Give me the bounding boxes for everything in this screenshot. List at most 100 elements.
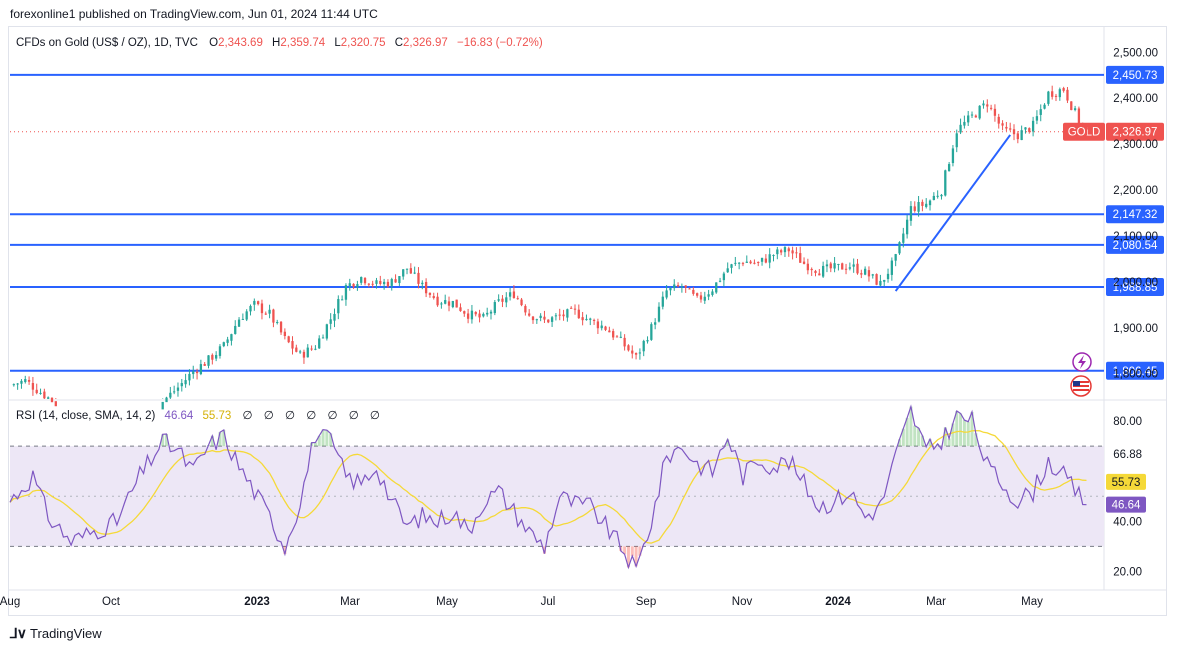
rsi-legend-value: 46.64 [165,410,194,422]
candle-body [379,280,382,284]
candle-body [444,300,447,304]
candle-body [818,273,821,276]
lightning-icon[interactable] [1072,352,1092,372]
candle-body [1020,130,1023,141]
candle-body [612,331,615,338]
time-axis[interactable]: Aug Oct 2023 Mar May Jul Sep Nov 2024 Mar May [0,596,1043,608]
candle-body [260,303,264,314]
candle-body [1012,129,1016,135]
candle-body [512,291,516,298]
candle-body [428,292,432,295]
candle-body [1039,109,1042,115]
candle-body [554,315,558,317]
candle-body [493,302,496,314]
rsi-axis[interactable]: 80.0066.8847.2840.0020.0055.7346.64 [1106,416,1146,578]
candle-body [310,348,313,350]
candle-body [753,262,756,264]
candle-body [734,262,737,264]
candle-body [256,301,260,305]
candle-body [909,206,913,221]
candle-body [272,309,275,323]
candle-body [543,316,546,320]
candle-body [967,115,970,123]
candle-body [417,272,420,284]
candle-body [409,268,412,274]
candle-body [993,108,997,116]
candle-body [959,124,962,133]
chart-canvas[interactable]: 2,450.732,147.322,080.541,988.851,806.45… [0,0,1177,650]
candle-body [459,307,462,312]
candle-body [360,277,363,283]
candle-body [497,299,500,301]
candle-body [821,265,825,277]
candle-body [1035,116,1039,121]
level-label: 2,147.32 [1113,209,1158,221]
rsi-tick-label: 80.00 [1113,416,1142,428]
candle-body [489,311,493,314]
candle-body [963,121,966,126]
candle-body [623,337,626,347]
time-tick-label: Aug [0,596,20,608]
candle-body [432,296,435,299]
rsi-legend-label: RSI (14, close, SMA, 14, 2) [16,410,156,422]
candle-body [795,252,798,254]
tradingview-brand[interactable]: ⅃∨ TradingView [10,625,102,642]
candle-body [253,300,256,305]
candle-body [321,337,325,339]
candle-body [1031,120,1035,132]
symbol-name: CFDs on Gold (US$ / OZ), 1D, TVC [16,37,198,49]
candle-body [631,350,634,354]
candle-body [298,351,302,353]
candle-body [799,253,802,263]
candle-body [474,311,477,315]
candle-body [951,148,955,164]
candle-body [226,339,229,343]
rsi-legend-sma-value: 55.73 [203,410,232,422]
candle-body [768,254,771,263]
candle-body [573,308,577,310]
candle-body [24,379,27,383]
candle-body [787,248,790,252]
price-tick-label: 2,300.00 [1113,139,1158,151]
candle-body [424,281,428,294]
candle-body [1009,128,1012,130]
candle-body [508,292,512,297]
candle-body [676,285,680,287]
candle-body [615,336,619,338]
candle-body [760,257,764,262]
empty-value-7: ∅ [370,410,380,422]
candle-body [1005,126,1008,129]
close-value: 2,326.97 [403,37,448,49]
symbol-legend: CFDs on Gold (US$ / OZ), 1D, TVC O2,343.… [16,37,543,49]
candle-body [848,267,852,269]
time-tick-label: Sep [636,596,656,608]
candle-body [749,261,752,264]
candle-body [329,319,332,324]
candle-body [982,103,985,106]
rsi-tick-label: 66.88 [1113,449,1142,461]
candle-body [776,249,779,255]
candle-body [363,277,367,284]
candle-body [195,371,199,374]
candle-body [772,255,775,257]
symbol-badge-label: GOLD [1068,127,1101,139]
price-tick-label: 2,100.00 [1113,231,1158,243]
candle-body [779,250,783,253]
time-tick-label: May [1021,596,1043,608]
candle-body [680,286,684,288]
candle-body [699,295,703,300]
candle-body [302,351,306,358]
candle-body [199,364,203,375]
candle-body [264,313,267,315]
candle-body [581,317,584,321]
close-label: C [395,37,403,49]
candle-body [1066,89,1069,101]
candle-body [1047,91,1050,104]
candle-body [741,263,745,265]
time-tick-label: 2023 [244,596,270,608]
candle-body [398,276,401,284]
candle-body [879,280,882,286]
us-flag-icon[interactable] [1070,375,1092,397]
candle-body [463,311,466,314]
candle-body [684,285,687,288]
